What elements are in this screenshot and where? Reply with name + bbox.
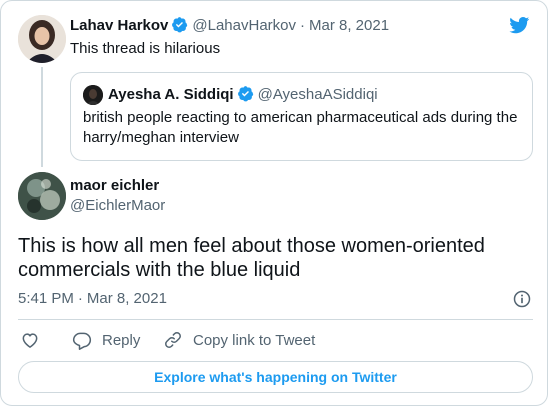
dot-separator: · bbox=[300, 17, 305, 34]
reply-label: Reply bbox=[102, 331, 141, 349]
author-handle[interactable]: @EichlerMaor bbox=[70, 196, 165, 216]
quoted-tweet[interactable]: Ayesha A. Siddiqi @AyeshaASiddiqi british… bbox=[70, 72, 533, 161]
tweet-time[interactable]: 5:41 PM bbox=[18, 290, 74, 307]
author-name[interactable]: maor eichler bbox=[70, 176, 159, 196]
dot-separator: · bbox=[77, 290, 83, 307]
avatar-maor[interactable] bbox=[18, 172, 66, 220]
like-button[interactable] bbox=[20, 329, 40, 351]
copy-link-label: Copy link to Tweet bbox=[193, 331, 316, 349]
reply-button[interactable]: Reply bbox=[72, 329, 140, 351]
copy-link-button[interactable]: Copy link to Tweet bbox=[163, 329, 315, 351]
main-tweet-text: This is how all men feel about those wom… bbox=[18, 235, 485, 281]
author-name[interactable]: Lahav Harkov bbox=[70, 17, 168, 34]
tweet-timestamp[interactable]: 5:41 PM · Mar 8, 2021 bbox=[18, 289, 167, 309]
verified-badge-icon bbox=[172, 17, 188, 33]
avatar-ayesha bbox=[83, 85, 103, 105]
quoted-tweet-header: Ayesha A. Siddiqi @AyeshaASiddiqi bbox=[108, 85, 378, 105]
author-handle[interactable]: @LahavHarkov bbox=[192, 17, 296, 34]
thread-connector-line bbox=[41, 67, 43, 167]
divider bbox=[18, 319, 533, 320]
parent-tweet-header: Lahav Harkov @LahavHarkov · Mar 8, 2021 bbox=[70, 16, 389, 36]
info-icon[interactable] bbox=[512, 289, 532, 309]
tweet-embed-card: Lahav Harkov @LahavHarkov · Mar 8, 2021 Thi… bbox=[0, 0, 548, 406]
twitter-bird-icon[interactable] bbox=[508, 15, 531, 35]
avatar-lahav[interactable] bbox=[18, 15, 66, 63]
parent-tweet-text: This thread is hilarious bbox=[70, 40, 221, 57]
quoted-tweet-text: british people reacting to american phar… bbox=[83, 109, 518, 146]
author-handle: @AyeshaASiddiqi bbox=[257, 86, 378, 103]
tweet-date[interactable]: Mar 8, 2021 bbox=[309, 17, 389, 34]
author-name: Ayesha A. Siddiqi bbox=[108, 86, 234, 103]
tweet-date[interactable]: Mar 8, 2021 bbox=[87, 290, 167, 307]
verified-badge-icon bbox=[237, 86, 253, 102]
reply-icon bbox=[72, 332, 92, 350]
explore-twitter-button[interactable]: Explore what's happening on Twitter bbox=[18, 361, 533, 393]
link-icon bbox=[165, 332, 181, 348]
heart-icon bbox=[22, 333, 38, 348]
